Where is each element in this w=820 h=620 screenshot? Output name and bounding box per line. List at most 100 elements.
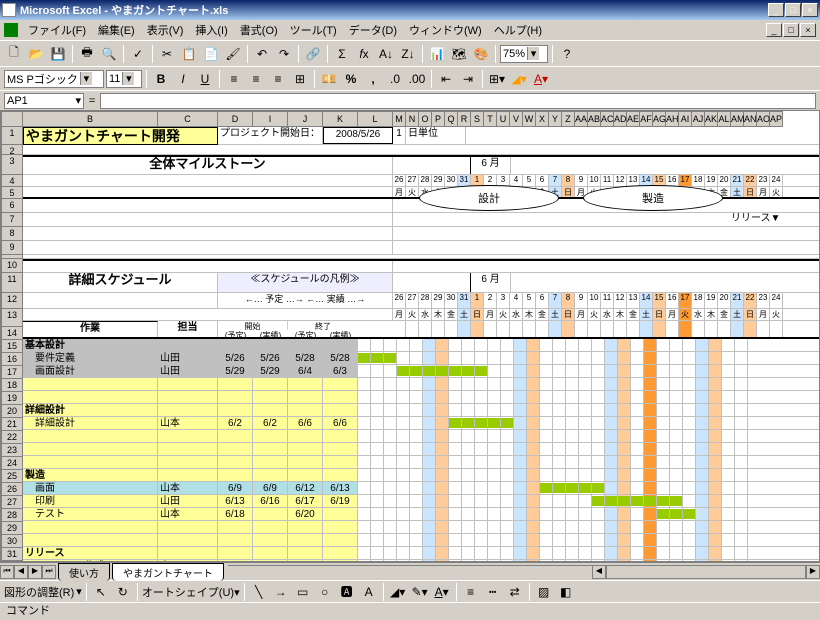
col-header[interactable]: W — [523, 111, 536, 127]
fontcolor-icon[interactable]: A▾ — [432, 582, 452, 602]
row-header[interactable]: 18 — [1, 379, 23, 392]
ellipse-mfg[interactable]: 製造 — [583, 185, 723, 211]
row-header[interactable]: 1 — [1, 127, 23, 145]
row-header[interactable]: 8 — [1, 227, 23, 241]
row-header[interactable]: 32 — [1, 561, 23, 562]
row-header[interactable]: 23 — [1, 444, 23, 457]
rotate-icon[interactable]: ↻ — [113, 582, 133, 602]
inc-indent-icon[interactable]: ⇥ — [458, 69, 478, 89]
copy-icon[interactable]: 📋 — [179, 44, 199, 64]
textbox-icon[interactable]: 🅰 — [337, 582, 357, 602]
col-header[interactable]: AL — [718, 111, 731, 127]
col-header[interactable]: Y — [549, 111, 562, 127]
row-header[interactable]: 21 — [1, 418, 23, 431]
spell-icon[interactable]: ✓ — [128, 44, 148, 64]
fill-icon[interactable]: ◢▾ — [388, 582, 408, 602]
rect-icon[interactable]: ▭ — [293, 582, 313, 602]
minimize-button[interactable]: _ — [768, 3, 784, 17]
preview-icon[interactable]: 🔍 — [99, 44, 119, 64]
col-header[interactable]: X — [536, 111, 549, 127]
dash-icon[interactable]: ┅ — [483, 582, 503, 602]
col-header[interactable]: R — [458, 111, 471, 127]
col-header[interactable]: B — [23, 111, 158, 127]
line-style-icon[interactable]: ≡ — [461, 582, 481, 602]
paste-icon[interactable]: 📄 — [201, 44, 221, 64]
col-header[interactable]: T — [484, 111, 497, 127]
menu-file[interactable]: ファイル(F) — [22, 20, 92, 40]
align-center-icon[interactable]: ≡ — [246, 69, 266, 89]
dec-decimal-icon[interactable]: .00 — [407, 69, 427, 89]
menu-tools[interactable]: ツール(T) — [284, 20, 343, 40]
doc-maximize-button[interactable]: □ — [783, 23, 799, 37]
format-painter-icon[interactable]: 🖌 — [223, 44, 243, 64]
name-box[interactable]: AP1▾ — [4, 93, 84, 109]
font-color-icon[interactable]: A▾ — [531, 69, 551, 89]
comma-icon[interactable]: , — [363, 69, 383, 89]
arrows-icon[interactable]: ⇄ — [505, 582, 525, 602]
zoom-combo[interactable]: 75%▾ — [500, 45, 548, 63]
menu-edit[interactable]: 編集(E) — [92, 20, 141, 40]
row-header[interactable]: 17 — [1, 366, 23, 379]
col-header[interactable]: P — [432, 111, 445, 127]
row-header[interactable]: 12 — [1, 293, 23, 309]
menu-view[interactable]: 表示(V) — [141, 20, 190, 40]
col-header[interactable]: O — [419, 111, 432, 127]
merge-icon[interactable]: ⊞ — [290, 69, 310, 89]
draw-menu[interactable]: 図形の調整(R) — [4, 584, 74, 600]
oval-icon[interactable]: ○ — [315, 582, 335, 602]
map-icon[interactable]: 🗺 — [449, 44, 469, 64]
col-header[interactable]: AM — [731, 111, 744, 127]
col-header[interactable]: C — [158, 111, 218, 127]
pointer-icon[interactable]: ↖ — [91, 582, 111, 602]
col-header[interactable]: U — [497, 111, 510, 127]
col-header[interactable]: AE — [627, 111, 640, 127]
col-header[interactable]: AN — [744, 111, 757, 127]
row-header[interactable]: 11 — [1, 273, 23, 293]
sort-desc-icon[interactable]: Z↓ — [398, 44, 418, 64]
row-header[interactable]: 9 — [1, 241, 23, 255]
arrow-icon[interactable]: → — [271, 582, 291, 602]
col-header[interactable]: AJ — [692, 111, 705, 127]
col-header[interactable]: V — [510, 111, 523, 127]
borders-icon[interactable]: ⊞▾ — [487, 69, 507, 89]
maximize-button[interactable]: □ — [785, 3, 801, 17]
row-header[interactable]: 20 — [1, 405, 23, 418]
row-header[interactable]: 3 — [1, 155, 23, 175]
row-header[interactable]: 15 — [1, 340, 23, 353]
row-header[interactable]: 25 — [1, 470, 23, 483]
hscrollbar[interactable] — [606, 565, 806, 579]
row-header[interactable]: 24 — [1, 457, 23, 470]
col-header[interactable]: L — [358, 111, 393, 127]
row-header[interactable]: 28 — [1, 509, 23, 522]
menu-window[interactable]: ウィンドウ(W) — [403, 20, 488, 40]
shadow-icon[interactable]: ▨ — [534, 582, 554, 602]
doc-minimize-button[interactable]: _ — [766, 23, 782, 37]
tab-last-icon[interactable]: ⏭ — [42, 565, 56, 579]
col-header[interactable]: AI — [679, 111, 692, 127]
select-all-corner[interactable] — [1, 111, 23, 127]
menu-data[interactable]: データ(D) — [343, 20, 403, 40]
row-header[interactable]: 14 — [1, 327, 23, 340]
col-header[interactable]: AD — [614, 111, 627, 127]
close-button[interactable]: × — [802, 3, 818, 17]
row-header[interactable]: 30 — [1, 535, 23, 548]
underline-button[interactable]: U — [195, 69, 215, 89]
align-left-icon[interactable]: ≡ — [224, 69, 244, 89]
row-header[interactable]: 22 — [1, 431, 23, 444]
fontsize-combo[interactable]: 11▾ — [106, 70, 142, 88]
tab-prev-icon[interactable]: ◀ — [14, 565, 28, 579]
col-header[interactable]: J — [288, 111, 323, 127]
open-icon[interactable]: 📂 — [26, 44, 46, 64]
row-header[interactable]: 6 — [1, 199, 23, 213]
cut-icon[interactable]: ✂ — [157, 44, 177, 64]
row-header[interactable]: 7 — [1, 213, 23, 227]
fill-color-icon[interactable]: ◢▾ — [509, 69, 529, 89]
doc-close-button[interactable]: × — [800, 23, 816, 37]
row-header[interactable]: 10 — [1, 259, 23, 273]
sheet-tab-usage[interactable]: 使い方 — [58, 563, 110, 581]
sort-asc-icon[interactable]: A↓ — [376, 44, 396, 64]
col-header[interactable]: N — [406, 111, 419, 127]
3d-icon[interactable]: ◧ — [556, 582, 576, 602]
currency-icon[interactable]: 💴 — [319, 69, 339, 89]
new-icon[interactable]: 🗋 — [4, 44, 24, 64]
